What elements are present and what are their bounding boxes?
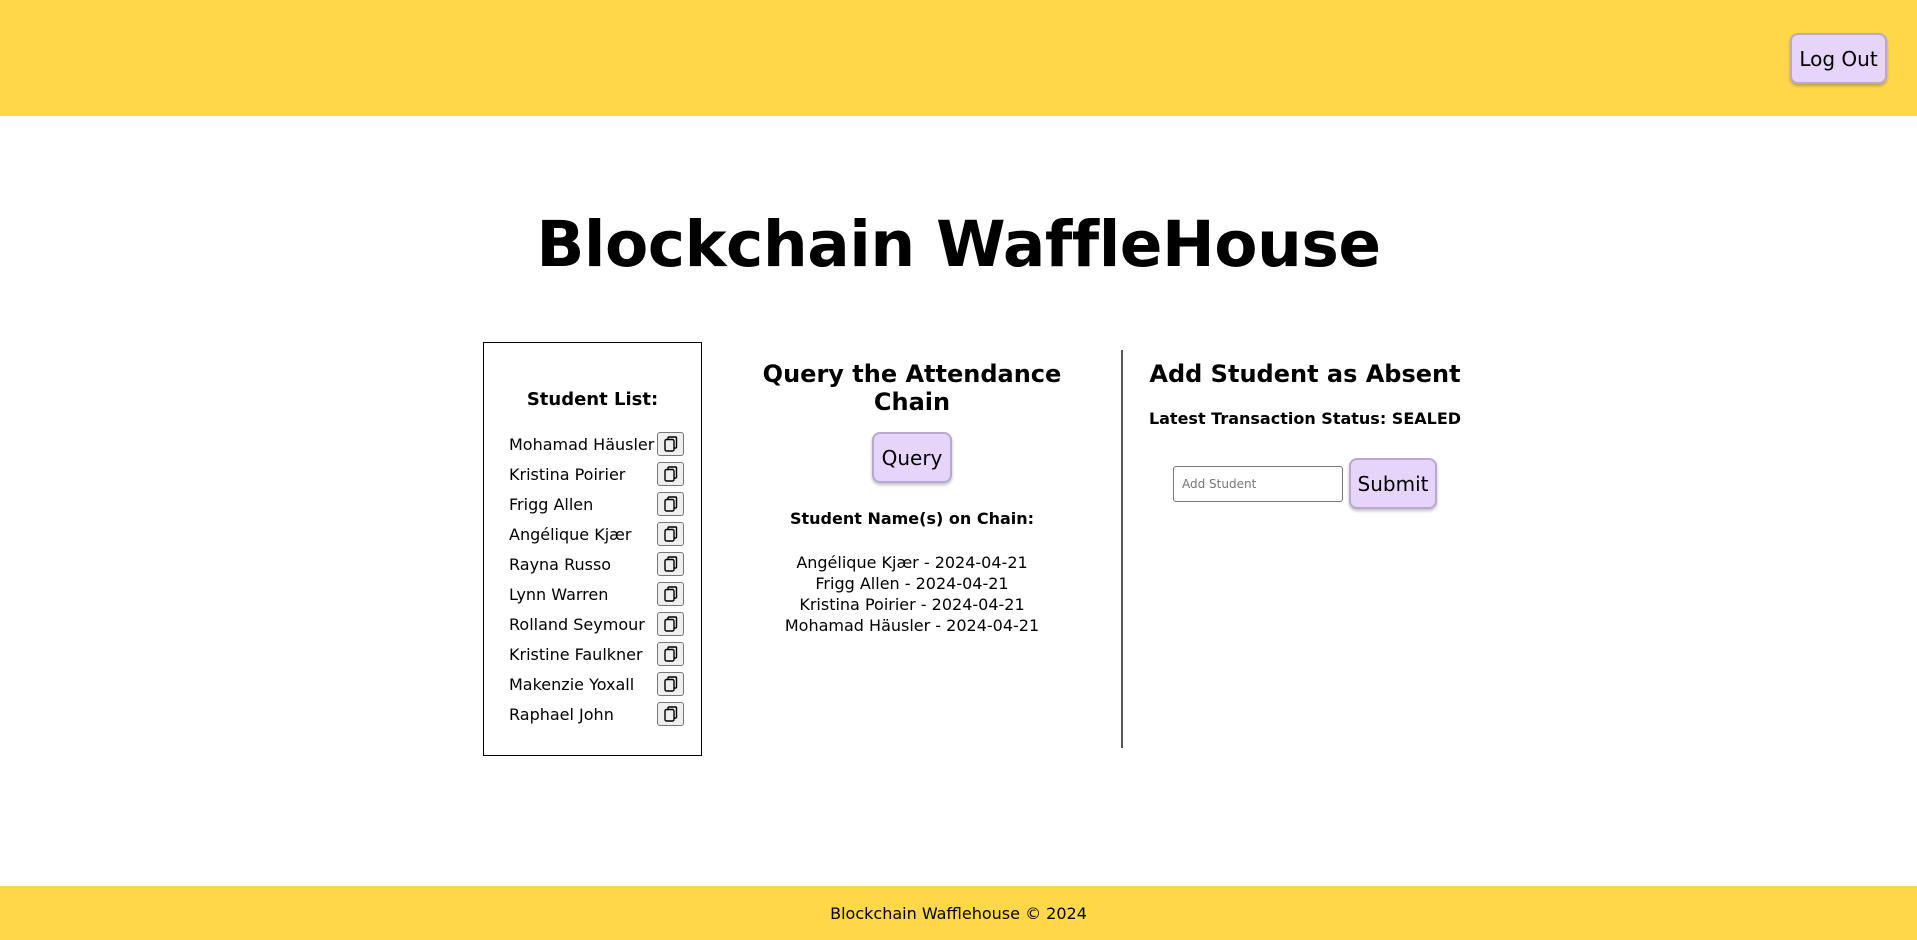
chain-entry: Kristina Poirier - 2024-04-21 [799,595,1025,614]
add-student-title: Add Student as Absent [1149,360,1461,388]
query-section-title: Query the Attendance Chain [762,360,1062,416]
copy-button[interactable] [657,522,684,546]
add-student-section: Add Student as Absent Latest Transaction… [1133,360,1477,509]
student-list-item: Raphael John [509,699,684,729]
student-name: Angélique Kjær [509,524,632,544]
copy-icon [663,556,677,572]
transaction-status: Latest Transaction Status: SEALED [1148,409,1462,428]
section-divider [1121,350,1123,748]
student-list: Mohamad Häusler Kristina Poirier Frigg A… [509,429,684,729]
student-list-item: Rolland Seymour [509,609,684,639]
student-list-item: Kristina Poirier [509,459,684,489]
query-section: Query the Attendance Chain Query Student… [722,360,1102,636]
student-list-item: Makenzie Yoxall [509,669,684,699]
copy-button[interactable] [657,492,684,516]
chain-entry: Mohamad Häusler - 2024-04-21 [784,616,1040,635]
query-button[interactable]: Query [872,432,952,483]
copy-icon [663,496,677,512]
student-list-item: Mohamad Häusler [509,429,684,459]
student-name: Frigg Allen [509,494,594,514]
student-name: Rolland Seymour [509,614,645,634]
copy-button[interactable] [657,432,684,456]
student-name: Rayna Russo [509,554,612,574]
submit-button[interactable]: Submit [1349,458,1437,509]
logout-button[interactable]: Log Out [1790,33,1887,84]
copy-button[interactable] [657,582,684,606]
copy-button[interactable] [657,552,684,576]
chain-list-label: Student Name(s) on Chain: [789,509,1035,528]
footer: Blockchain Wafflehouse © 2024 [0,886,1917,940]
copy-icon [663,616,677,632]
copy-button[interactable] [657,612,684,636]
copy-button[interactable] [657,672,684,696]
copy-icon [663,466,677,482]
chain-list: Angélique Kjær - 2024-04-21 Frigg Allen … [722,552,1102,636]
student-list-item: Angélique Kjær [509,519,684,549]
add-student-form: Submit [1173,458,1437,509]
student-list-item: Frigg Allen [509,489,684,519]
copy-icon [663,436,677,452]
copy-button[interactable] [657,462,684,486]
student-name: Mohamad Häusler [509,434,655,454]
copy-icon [663,646,677,662]
chain-entry: Angélique Kjær - 2024-04-21 [796,553,1028,572]
copy-button[interactable] [657,702,684,726]
student-name: Raphael John [509,704,614,724]
student-list-panel: Student List: Mohamad Häusler Kristina P… [483,342,702,756]
copy-icon [663,706,677,722]
student-name: Lynn Warren [509,584,609,604]
header-bar: Log Out [0,0,1917,116]
student-list-title: Student List: [526,389,659,410]
copy-icon [663,586,677,602]
student-name: Kristine Faulkner [509,644,643,664]
copy-icon [663,676,677,692]
footer-text: Blockchain Wafflehouse © 2024 [830,903,1087,923]
student-list-item: Kristine Faulkner [509,639,684,669]
student-list-item: Rayna Russo [509,549,684,579]
copy-icon [663,526,677,542]
add-student-input[interactable] [1173,465,1343,502]
copy-button[interactable] [657,642,684,666]
chain-entry: Frigg Allen - 2024-04-21 [815,574,1009,593]
student-name: Kristina Poirier [509,464,626,484]
student-list-item: Lynn Warren [509,579,684,609]
page-title: Blockchain WaffleHouse [536,208,1381,281]
student-name: Makenzie Yoxall [509,674,635,694]
